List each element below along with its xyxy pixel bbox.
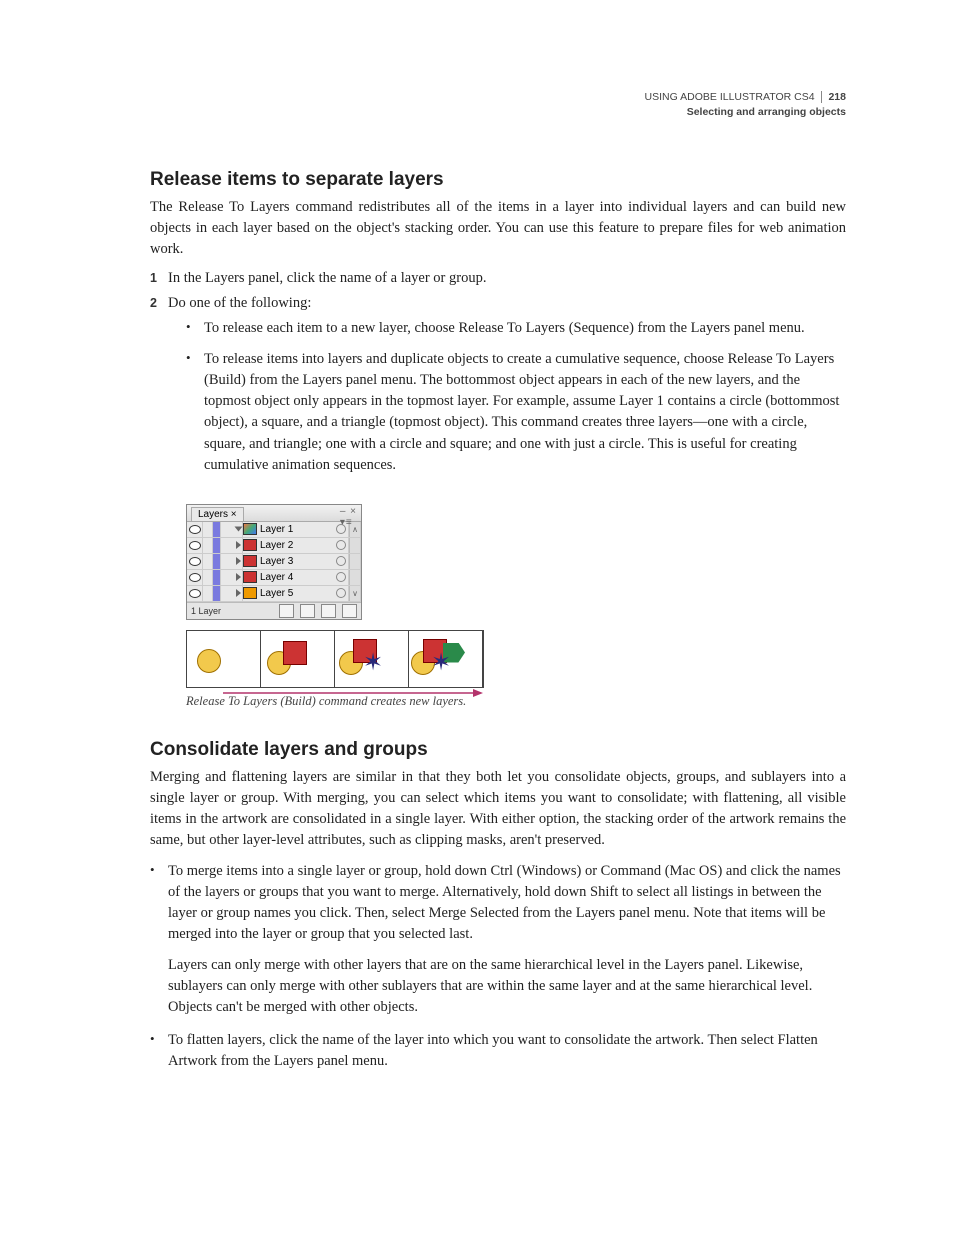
- layer-row[interactable]: Layer 5 ∨: [187, 586, 361, 602]
- disclosure-icon[interactable]: [236, 589, 241, 597]
- layer-thumb: [243, 523, 257, 535]
- panel-header: Layers × – ×▾≡: [187, 505, 361, 522]
- layer-name[interactable]: Layer 2: [257, 540, 333, 551]
- panel-sys-icons[interactable]: – ×▾≡: [340, 506, 357, 528]
- bullet-text: To flatten layers, click the name of the…: [168, 1030, 846, 1072]
- layer-name[interactable]: Layer 5: [257, 588, 333, 599]
- bullet-text: To release items into layers and duplica…: [204, 349, 846, 475]
- circle-icon: [197, 649, 221, 673]
- layer-thumb: [243, 587, 257, 599]
- new-layer-button[interactable]: [321, 604, 336, 618]
- layers-panel: Layers × – ×▾≡ Layer 1 ∧ Layer 2: [186, 504, 362, 620]
- disclosure-icon[interactable]: [236, 557, 241, 565]
- heading-consolidate: Consolidate layers and groups: [150, 739, 846, 761]
- selection-bar: [213, 522, 221, 537]
- bullet-icon: •: [186, 349, 204, 475]
- layer-row[interactable]: Layer 3: [187, 554, 361, 570]
- bullet-text: To release each item to a new layer, cho…: [204, 318, 846, 339]
- layer-row[interactable]: Layer 4: [187, 570, 361, 586]
- header-subtitle: Selecting and arranging objects: [687, 106, 846, 118]
- step-number: 2: [150, 295, 168, 485]
- trash-button[interactable]: [342, 604, 357, 618]
- new-sublayer-button[interactable]: [300, 604, 315, 618]
- header-title: USING ADOBE ILLUSTRATOR CS4: [645, 91, 815, 103]
- bullet-text: To merge items into a single layer or gr…: [168, 863, 841, 942]
- step-text: In the Layers panel, click the name of a…: [168, 270, 846, 287]
- target-icon[interactable]: [336, 572, 346, 582]
- selection-bar: [213, 538, 221, 553]
- figure-layers: Layers × – ×▾≡ Layer 1 ∧ Layer 2: [186, 504, 846, 688]
- star-icon: ✶: [363, 651, 383, 675]
- intro-release: The Release To Layers command redistribu…: [150, 197, 846, 260]
- footer-label: 1 Layer: [191, 606, 273, 616]
- selection-bar: [213, 554, 221, 569]
- sub-bullets: • To release each item to a new layer, c…: [186, 318, 846, 475]
- panel-tab[interactable]: Layers ×: [191, 507, 244, 521]
- step-number: 1: [150, 270, 168, 287]
- target-icon[interactable]: [336, 540, 346, 550]
- step-text: Do one of the following:: [168, 295, 311, 311]
- layer-thumb: [243, 571, 257, 583]
- layer-thumb: [243, 555, 257, 567]
- layer-row[interactable]: Layer 1 ∧: [187, 522, 361, 538]
- star-icon: ✶: [431, 651, 451, 675]
- bullet-icon: •: [150, 1030, 168, 1072]
- layer-name[interactable]: Layer 3: [257, 556, 333, 567]
- target-icon[interactable]: [336, 556, 346, 566]
- steps-list: 1 In the Layers panel, click the name of…: [150, 270, 846, 485]
- bullet-text: Layers can only merge with other layers …: [168, 955, 846, 1018]
- layer-row[interactable]: Layer 2: [187, 538, 361, 554]
- locate-button[interactable]: [279, 604, 294, 618]
- panel-footer: 1 Layer: [187, 602, 361, 619]
- disclosure-icon[interactable]: [235, 527, 243, 532]
- target-icon[interactable]: [336, 588, 346, 598]
- bullet-icon: •: [150, 861, 168, 1018]
- page-header: USING ADOBE ILLUSTRATOR CS4 218 Selectin…: [150, 90, 846, 119]
- disclosure-icon[interactable]: [236, 573, 241, 581]
- scroll-down-icon[interactable]: ∨: [349, 586, 361, 601]
- selection-bar: [213, 570, 221, 585]
- disclosure-icon[interactable]: [236, 541, 241, 549]
- layer-name[interactable]: Layer 4: [257, 572, 333, 583]
- bullet-icon: •: [186, 318, 204, 339]
- selection-bar: [213, 586, 221, 601]
- visibility-icon[interactable]: [189, 525, 201, 534]
- square-icon: [283, 641, 307, 665]
- layer-thumb: [243, 539, 257, 551]
- visibility-icon[interactable]: [189, 589, 201, 598]
- visibility-icon[interactable]: [189, 573, 201, 582]
- consolidate-list: • To merge items into a single layer or …: [150, 861, 846, 1072]
- visibility-icon[interactable]: [189, 557, 201, 566]
- build-sequence: ✶ ✶: [186, 630, 484, 688]
- heading-release: Release items to separate layers: [150, 169, 846, 191]
- page-number: 218: [821, 91, 846, 103]
- intro-consolidate: Merging and flattening layers are simila…: [150, 767, 846, 851]
- visibility-icon[interactable]: [189, 541, 201, 550]
- arrow-icon: [223, 685, 483, 701]
- layer-name[interactable]: Layer 1: [257, 524, 333, 535]
